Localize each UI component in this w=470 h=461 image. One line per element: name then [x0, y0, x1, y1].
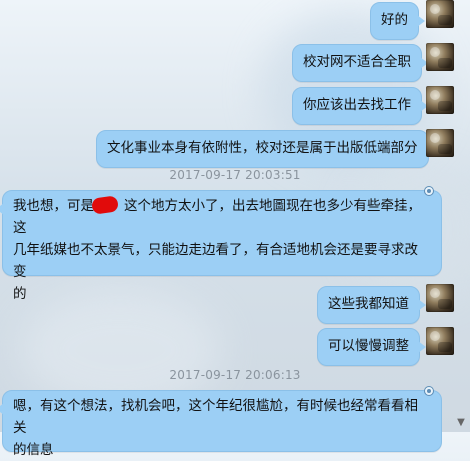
message-text: 你应该出去找工作 — [303, 97, 411, 113]
chat-bubble-outgoing[interactable]: 可以慢慢调整 — [317, 328, 426, 366]
message-text: 我也想，可是 — [13, 198, 94, 214]
resize-handle-icon[interactable] — [424, 186, 434, 196]
chat-bubble-incoming[interactable]: 我也想，可是 这个地方太小了，出去地圖现在也多少有些牵挂，这 几年纸媒也不太景气，… — [0, 190, 442, 302]
message-line: 嗯，有这个想法，找机会吧，这个年纪很尴尬，有时候也经常看看相关 — [13, 398, 418, 436]
user-avatar[interactable] — [426, 86, 454, 114]
user-avatar[interactable] — [426, 129, 454, 157]
chat-bubble-incoming[interactable]: 嗯，有这个想法，找机会吧，这个年纪很尴尬，有时候也经常看看相关 的信息 — [0, 390, 442, 458]
message-text: 这些我都知道 — [328, 296, 409, 312]
user-avatar[interactable] — [426, 327, 454, 355]
chat-bubble-outgoing[interactable]: 文化事业本身有依附性，校对还是属于出版低端部分 — [96, 130, 434, 168]
message-text: 可以慢慢调整 — [328, 338, 409, 354]
message-line: 我也想，可是 这个地方太小了，出去地圖现在也多少有些牵挂，这 — [13, 195, 431, 239]
resize-handle-icon[interactable] — [424, 386, 434, 396]
chat-bubble-outgoing[interactable]: 好的 — [370, 2, 425, 40]
user-avatar[interactable] — [426, 284, 454, 312]
message-line: 的信息 — [13, 442, 54, 458]
message-text: 校对网不适合全职 — [303, 54, 411, 70]
message-text: 文化事业本身有依附性，校对还是属于出版低端部分 — [107, 140, 418, 156]
scroll-down-icon[interactable]: ▼ — [456, 418, 466, 428]
chat-bubble-outgoing[interactable]: 校对网不适合全职 — [292, 44, 428, 82]
user-avatar[interactable] — [426, 0, 454, 28]
message-line: 几年纸媒也不太景气，只能边走边看了，有合适地机会还是要寻求改变 — [13, 242, 418, 280]
chat-bubble-outgoing[interactable]: 你应该出去找工作 — [292, 87, 428, 125]
message-text: 好的 — [381, 12, 408, 28]
user-avatar[interactable] — [426, 43, 454, 71]
message-timestamp: 2017-09-17 20:03:51 — [169, 168, 301, 182]
chat-bubble-outgoing[interactable]: 这些我都知道 — [317, 286, 426, 324]
message-timestamp: 2017-09-17 20:06:13 — [169, 368, 301, 382]
